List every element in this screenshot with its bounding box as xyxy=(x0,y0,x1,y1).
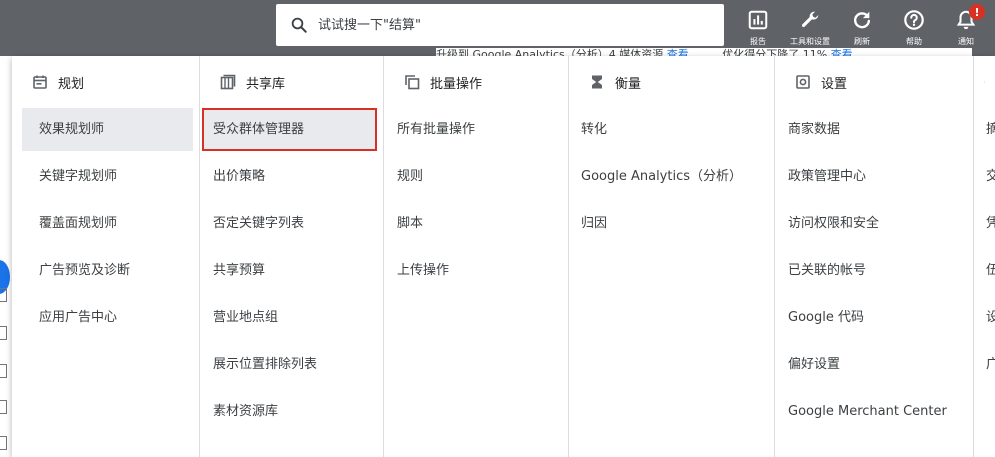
menu-item-billing-documents[interactable]: 凭 xyxy=(974,202,995,245)
notification-badge: ! xyxy=(969,4,985,20)
menu-item-access-and-security[interactable]: 访问权限和安全 xyxy=(777,202,967,245)
menu-column-measurement: 衡量 转化 Google Analytics（分析） 归因 xyxy=(569,56,775,457)
tools-settings-label: 工具和设置 xyxy=(790,37,830,46)
column-title: 批量操作 xyxy=(430,76,483,92)
menu-item-asset-library[interactable]: 素材资源库 xyxy=(202,390,377,433)
help-icon xyxy=(904,10,924,30)
menu-item-billing-settings[interactable]: 设 xyxy=(974,296,995,339)
menu-item-billing-transactions[interactable]: 交 xyxy=(974,155,995,198)
menu-item-billing-promotions[interactable]: 伍 xyxy=(974,249,995,292)
background-page-edge xyxy=(0,56,12,457)
billing-icon xyxy=(984,81,985,83)
calendar-icon xyxy=(33,75,47,89)
menu-item-scripts[interactable]: 脚本 xyxy=(386,202,562,245)
menu-item-attribution[interactable]: 归因 xyxy=(571,202,768,245)
menu-column-billing: 摘 交 凭 伍 设 广 xyxy=(974,56,995,457)
menu-item-conversions[interactable]: 转化 xyxy=(571,108,768,151)
background-checkbox xyxy=(0,436,7,450)
menu-item-placement-exclusion-lists[interactable]: 展示位置排除列表 xyxy=(202,343,377,386)
copy-icon xyxy=(405,75,420,90)
menu-item-bid-strategies[interactable]: 出价策略 xyxy=(202,155,377,198)
column-header-shared-library: 共享库 xyxy=(200,56,383,108)
search-box[interactable] xyxy=(276,4,724,46)
settings-icon xyxy=(796,75,810,89)
column-header-setup: 设置 xyxy=(775,56,973,108)
refresh-icon xyxy=(853,11,871,29)
menu-item-rules[interactable]: 规则 xyxy=(386,155,562,198)
column-header-billing xyxy=(974,56,995,108)
background-checkbox xyxy=(0,364,7,378)
background-checkbox xyxy=(0,326,7,340)
menu-item-google-tag[interactable]: Google 代码 xyxy=(777,296,967,339)
library-icon xyxy=(220,74,236,90)
menu-item-app-advertising-hub[interactable]: 应用广告中心 xyxy=(22,296,193,339)
column-title: 共享库 xyxy=(246,76,286,92)
menu-item-policy-manager[interactable]: 政策管理中心 xyxy=(777,155,967,198)
menu-column-bulk-actions: 批量操作 所有批量操作 规则 脚本 上传操作 xyxy=(384,56,569,457)
help-label: 帮助 xyxy=(906,37,922,46)
menu-item-preferences[interactable]: 偏好设置 xyxy=(777,343,967,386)
menu-item-google-merchant-center[interactable]: Google Merchant Center xyxy=(777,390,967,433)
menu-item-billing-summary[interactable]: 摘 xyxy=(974,108,995,151)
search-input[interactable] xyxy=(316,16,680,34)
hourglass-icon xyxy=(592,75,602,89)
refresh-label: 刷新 xyxy=(854,37,870,46)
toolbar: 报告 工具和设置 刷新 帮助 ! 通知 xyxy=(732,4,992,48)
background-checkbox xyxy=(0,288,7,302)
menu-item-location-groups[interactable]: 营业地点组 xyxy=(202,296,377,339)
menu-item-audience-manager[interactable]: 受众群体管理器 xyxy=(202,108,377,151)
menu-item-ad-preview[interactable]: 广告预览及诊断 xyxy=(22,249,193,292)
column-title: 设置 xyxy=(821,76,848,92)
notifications-button[interactable]: ! 通知 xyxy=(940,4,992,48)
menu-item-keyword-planner[interactable]: 关键字规划师 xyxy=(22,155,193,198)
column-header-planning: 规划 xyxy=(12,56,199,108)
column-title: 规划 xyxy=(58,76,85,92)
search-icon xyxy=(291,17,307,33)
menu-item-linked-accounts[interactable]: 已关联的帐号 xyxy=(777,249,967,292)
menu-column-shared-library: 共享库 受众群体管理器 出价策略 否定关键字列表 共享预算 营业地点组 展示位置… xyxy=(200,56,384,457)
menu-item-all-bulk-actions[interactable]: 所有批量操作 xyxy=(386,108,562,151)
menu-item-reach-planner[interactable]: 覆盖面规划师 xyxy=(22,202,193,245)
menu-item-business-data[interactable]: 商家数据 xyxy=(777,108,967,151)
menu-item-uploads[interactable]: 上传操作 xyxy=(386,249,562,292)
reports-button[interactable]: 报告 xyxy=(732,6,784,48)
notifications-label: 通知 xyxy=(958,37,974,46)
column-title: 衡量 xyxy=(615,76,642,92)
menu-item-negative-keyword-lists[interactable]: 否定关键字列表 xyxy=(202,202,377,245)
menu-column-setup: 设置 商家数据 政策管理中心 访问权限和安全 已关联的帐号 Google 代码 … xyxy=(775,56,974,457)
wrench-icon xyxy=(801,11,819,28)
reports-label: 报告 xyxy=(750,37,766,46)
column-header-measurement: 衡量 xyxy=(569,56,774,108)
menu-item-billing-ads[interactable]: 广 xyxy=(974,343,995,386)
menu-item-google-analytics[interactable]: Google Analytics（分析） xyxy=(571,155,768,198)
tools-menu-panel: 规划 效果规划师 关键字规划师 覆盖面规划师 广告预览及诊断 应用广告中心 共享… xyxy=(12,56,995,457)
menu-item-performance-planner[interactable]: 效果规划师 xyxy=(22,108,193,151)
reports-icon xyxy=(748,10,768,30)
tools-settings-button[interactable]: 工具和设置 xyxy=(784,6,836,48)
menu-column-planning: 规划 效果规划师 关键字规划师 覆盖面规划师 广告预览及诊断 应用广告中心 xyxy=(12,56,200,457)
refresh-button[interactable]: 刷新 xyxy=(836,6,888,48)
help-button[interactable]: 帮助 xyxy=(888,6,940,48)
menu-item-shared-budgets[interactable]: 共享预算 xyxy=(202,249,377,292)
column-header-bulk-actions: 批量操作 xyxy=(384,56,568,108)
background-checkbox xyxy=(0,400,7,414)
